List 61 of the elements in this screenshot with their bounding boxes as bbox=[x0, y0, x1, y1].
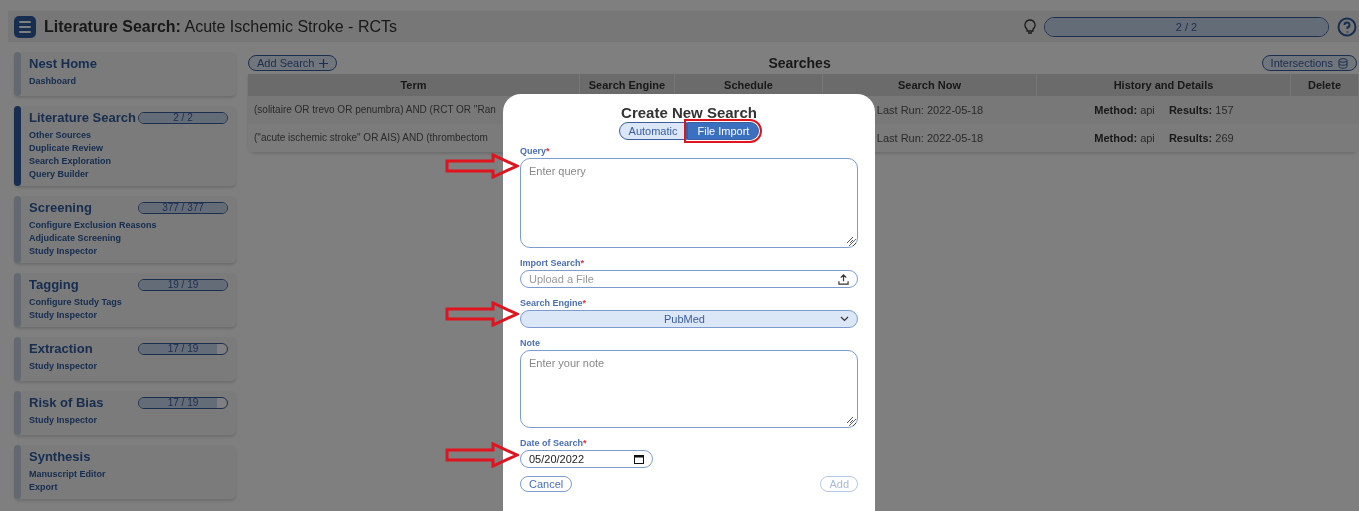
page-title: Literature Search: Acute Ischemic Stroke - RCTs bbox=[44, 17, 398, 36]
progress-label: 19 / 19 bbox=[167, 279, 199, 290]
select-field[interactable]: PubMed bbox=[520, 310, 858, 328]
cancel-button[interactable]: Cancel bbox=[520, 476, 573, 492]
mode-tab[interactable]: File Import bbox=[687, 122, 760, 140]
upload-icon bbox=[838, 273, 849, 285]
text-area[interactable]: Enter your note bbox=[520, 350, 858, 428]
nav-link[interactable]: Dashboard bbox=[29, 75, 228, 88]
nav-link[interactable]: Search Exploration bbox=[29, 155, 228, 168]
column-header: Search Engine bbox=[580, 74, 675, 96]
progress-label: 17 / 19 bbox=[167, 397, 199, 408]
dialog-title: Create New Search bbox=[620, 104, 758, 121]
nav-title[interactable]: Tagging bbox=[29, 277, 79, 292]
menu-button[interactable] bbox=[14, 15, 36, 38]
column-header: Schedule bbox=[675, 74, 823, 96]
nav-link[interactable]: Other Sources bbox=[29, 129, 228, 142]
nav-link[interactable]: Export bbox=[29, 481, 228, 494]
field-placeholder: Upload a File bbox=[529, 273, 594, 285]
field-label: Note bbox=[520, 338, 541, 348]
nav-title[interactable]: Screening bbox=[29, 200, 92, 215]
plus-icon bbox=[319, 58, 329, 68]
section-title: Searches bbox=[768, 55, 831, 71]
mode-tab[interactable]: Automatic bbox=[618, 122, 688, 140]
progress-label: 2 / 2 bbox=[173, 112, 193, 123]
date-value: 05/20/2022 bbox=[529, 453, 585, 465]
text-area[interactable]: Enter query bbox=[520, 158, 858, 248]
lightbulb-icon[interactable] bbox=[1024, 18, 1036, 35]
nav-link[interactable]: Study Inspector bbox=[29, 414, 228, 427]
select-value: PubMed bbox=[663, 313, 706, 325]
nav-link[interactable]: Configure Study Tags bbox=[29, 296, 228, 309]
column-header: History and Details bbox=[1037, 74, 1291, 96]
calendar-icon[interactable] bbox=[634, 454, 644, 464]
nav-title[interactable]: Nest Home bbox=[29, 56, 97, 71]
nav-title[interactable]: Synthesis bbox=[29, 449, 91, 464]
column-header: Delete bbox=[1291, 74, 1359, 96]
resize-handle-icon[interactable] bbox=[846, 236, 853, 243]
add-search-button[interactable]: Add Search bbox=[248, 55, 338, 71]
resize-handle-icon[interactable] bbox=[846, 416, 853, 423]
progress-label: 2 / 2 bbox=[1175, 20, 1198, 33]
nav-link[interactable]: Manuscript Editor bbox=[29, 468, 228, 481]
help-icon[interactable] bbox=[1337, 16, 1357, 37]
nav-link[interactable]: Study Inspector bbox=[29, 245, 228, 258]
nav-link[interactable]: Study Inspector bbox=[29, 360, 228, 373]
progress-label: 17 / 19 bbox=[167, 343, 199, 354]
field-label: Search Engine* bbox=[520, 298, 588, 308]
nav-link[interactable]: Study Inspector bbox=[29, 309, 228, 322]
field-label: Import Search* bbox=[520, 258, 586, 268]
nav-title[interactable]: Risk of Bias bbox=[29, 395, 104, 410]
intersections-button[interactable]: Intersections bbox=[1261, 55, 1357, 71]
nav-link[interactable]: Configure Exclusion Reasons bbox=[29, 219, 228, 232]
column-header: Term bbox=[248, 74, 580, 96]
nav-link[interactable]: Duplicate Review bbox=[29, 142, 228, 155]
nav-title[interactable]: Extraction bbox=[29, 341, 93, 356]
nav-title[interactable]: Literature Search bbox=[29, 110, 136, 125]
progress-label: 377 / 377 bbox=[162, 202, 204, 213]
nav-link[interactable]: Query Builder bbox=[29, 168, 228, 181]
database-icon bbox=[1338, 57, 1348, 69]
column-header: Search Now bbox=[823, 74, 1037, 96]
chevron-down-icon bbox=[840, 316, 849, 322]
nav-link[interactable]: Adjudicate Screening bbox=[29, 232, 228, 245]
field-label: Date of Search* bbox=[520, 438, 588, 448]
